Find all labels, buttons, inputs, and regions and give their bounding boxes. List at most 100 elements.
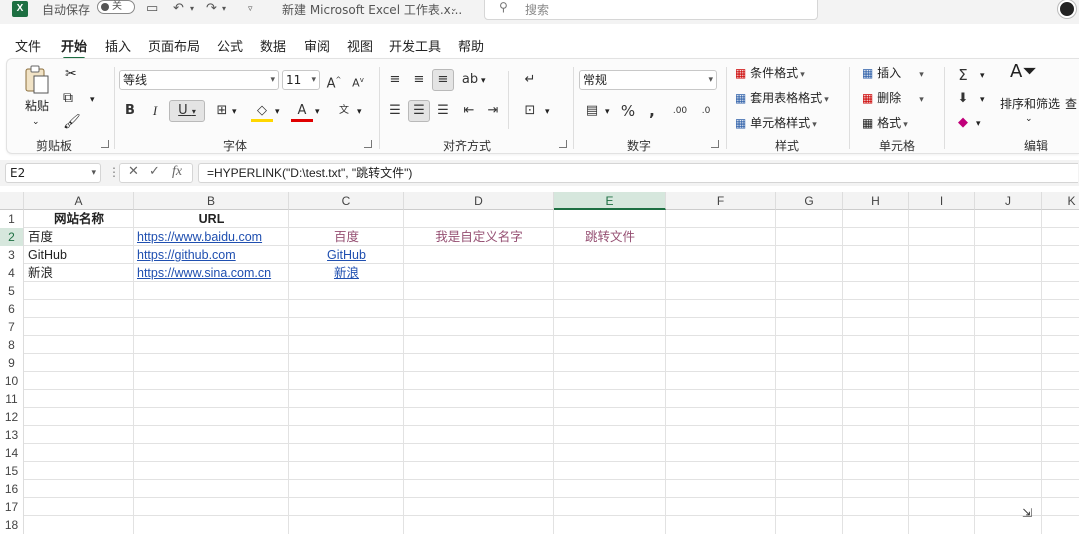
align-bottom-icon[interactable]: ≡ (432, 69, 454, 91)
merge-dropdown-icon[interactable]: ▾ (545, 103, 550, 121)
row-header-selected[interactable]: 2 (0, 228, 24, 246)
percent-icon[interactable]: % (617, 100, 639, 122)
row-header[interactable]: 1 (0, 210, 24, 228)
cell-c4[interactable]: 新浪 (289, 264, 404, 282)
column-header[interactable]: G (776, 192, 843, 210)
alignment-launcher-icon[interactable] (559, 140, 567, 148)
clear-dropdown-icon[interactable]: ▾ (976, 115, 981, 133)
column-header[interactable]: D (404, 192, 554, 210)
tab-file[interactable]: 文件 (15, 36, 41, 55)
font-color-icon[interactable]: A (291, 100, 313, 122)
cell-b3[interactable]: https://github.com (137, 246, 236, 264)
sort-filter-dropdown-icon[interactable]: ⌄ (1025, 110, 1033, 128)
row-header[interactable]: 13 (0, 426, 24, 444)
decrease-decimal-icon[interactable]: .0 (695, 100, 717, 122)
number-format-select[interactable]: 常规 ▾ (579, 70, 717, 90)
redo-dropdown-icon[interactable]: ▾ (222, 4, 226, 13)
format-cells-button[interactable]: ▦ 格式 ▾ (862, 114, 908, 134)
cell-a4[interactable]: 新浪 (28, 264, 53, 282)
cell-e2[interactable]: 跳转文件 (554, 228, 666, 246)
borders-icon[interactable]: ⊞ (211, 100, 233, 122)
cell-d2[interactable]: 我是自定义名字 (404, 228, 554, 246)
row-header[interactable]: 9 (0, 354, 24, 372)
row-header[interactable]: 6 (0, 300, 24, 318)
undo-icon[interactable]: ↶ (173, 1, 184, 16)
clear-icon[interactable]: ◆ (952, 112, 974, 134)
column-header[interactable]: A (24, 192, 134, 210)
sort-filter-icon[interactable]: A⏷ (1010, 63, 1037, 81)
decrease-indent-icon[interactable]: ⇤ (458, 100, 480, 122)
align-middle-icon[interactable]: ≡ (408, 69, 430, 91)
quick-access-customize-icon[interactable]: ▿ (248, 4, 253, 14)
copy-dropdown-icon[interactable]: ▾ (90, 91, 95, 109)
column-header[interactable]: F (666, 192, 776, 210)
name-box[interactable]: E2 ▾ (5, 163, 101, 183)
fill-dropdown-icon[interactable]: ▾ (980, 91, 985, 109)
copy-icon[interactable]: ⧉ (63, 89, 73, 107)
formula-input[interactable]: =HYPERLINK("D:\test.txt", "跳转文件") (198, 163, 1078, 183)
tab-home[interactable]: 开始 (61, 36, 87, 60)
autosave-toggle[interactable]: 关 (97, 0, 135, 14)
fill-icon[interactable]: ⬇ (952, 88, 974, 110)
title-dropdown-icon[interactable]: ⌄ (450, 4, 458, 14)
cell-c3[interactable]: GitHub (289, 246, 404, 264)
cell-b1[interactable]: URL (134, 210, 289, 228)
row-header[interactable]: 4 (0, 264, 24, 282)
tab-view[interactable]: 视图 (347, 36, 373, 55)
row-header[interactable]: 7 (0, 318, 24, 336)
wrap-text-icon[interactable]: ↵ (519, 69, 541, 91)
autosum-dropdown-icon[interactable]: ▾ (980, 67, 985, 85)
orientation-icon[interactable]: ab (459, 69, 481, 91)
align-top-icon[interactable]: ≡ (384, 69, 406, 91)
delete-cells-button[interactable]: ▦ 删除 ▾ (862, 89, 924, 109)
redo-icon[interactable]: ↷ (206, 1, 217, 16)
row-header[interactable]: 16 (0, 480, 24, 498)
avatar[interactable] (1058, 0, 1076, 18)
comma-style-icon[interactable]: , (641, 100, 663, 122)
row-header[interactable]: 14 (0, 444, 24, 462)
column-header[interactable]: H (843, 192, 909, 210)
cell-a1[interactable]: 网站名称 (24, 210, 134, 228)
cancel-icon[interactable]: ✕ (128, 164, 139, 179)
row-header[interactable]: 5 (0, 282, 24, 300)
increase-decimal-icon[interactable]: .00 (669, 100, 691, 122)
undo-dropdown-icon[interactable]: ▾ (190, 4, 194, 13)
column-header[interactable]: B (134, 192, 289, 210)
align-right-icon[interactable]: ☰ (432, 100, 454, 122)
column-header[interactable]: C (289, 192, 404, 210)
increase-font-size-icon[interactable]: A^ (323, 69, 345, 91)
tab-formulas[interactable]: 公式 (217, 36, 243, 55)
decrease-font-size-icon[interactable]: Av (347, 69, 369, 91)
accounting-format-icon[interactable]: ▤ (581, 100, 603, 122)
cell-c2[interactable]: 百度 (289, 228, 404, 246)
row-header[interactable]: 12 (0, 408, 24, 426)
insert-cells-button[interactable]: ▦ 插入 ▾ (862, 64, 924, 84)
font-color-dropdown-icon[interactable]: ▾ (315, 103, 320, 121)
orientation-dropdown-icon[interactable]: ▾ (481, 72, 486, 90)
increase-indent-icon[interactable]: ⇥ (482, 100, 504, 122)
row-header[interactable]: 17 (0, 498, 24, 516)
paste-icon[interactable] (23, 65, 53, 95)
fill-color-icon[interactable]: ◇ (251, 100, 273, 122)
search-input[interactable]: ⚲ 搜索 (484, 0, 818, 20)
accounting-dropdown-icon[interactable]: ▾ (605, 103, 610, 121)
row-header[interactable]: 15 (0, 462, 24, 480)
table-format-button[interactable]: ▦ 套用表格格式 ▾ (735, 89, 829, 109)
cell-styles-button[interactable]: ▦ 单元格样式 ▾ (735, 114, 817, 134)
column-header-selected[interactable]: E (554, 192, 666, 210)
column-header[interactable]: K (1042, 192, 1079, 210)
document-title[interactable]: 新建 Microsoft Excel 工作表.x... (282, 1, 462, 18)
underline-icon[interactable]: U ▾ (169, 100, 205, 122)
insert-function-icon[interactable]: fx (172, 164, 182, 180)
find-select-button[interactable]: 查 (1065, 95, 1077, 113)
cell-a3[interactable]: GitHub (28, 246, 67, 264)
tab-data[interactable]: 数据 (260, 36, 286, 55)
cell-b2[interactable]: https://www.baidu.com (137, 228, 262, 246)
select-all-corner[interactable] (0, 192, 24, 210)
fill-color-dropdown-icon[interactable]: ▾ (275, 103, 280, 121)
phonetic-guide-icon[interactable]: 文 (333, 100, 355, 122)
enter-icon[interactable]: ✓ (149, 164, 160, 179)
tab-help[interactable]: 帮助 (458, 36, 484, 55)
align-left-icon[interactable]: ☰ (384, 100, 406, 122)
format-painter-icon[interactable]: 🖌 (63, 113, 81, 131)
